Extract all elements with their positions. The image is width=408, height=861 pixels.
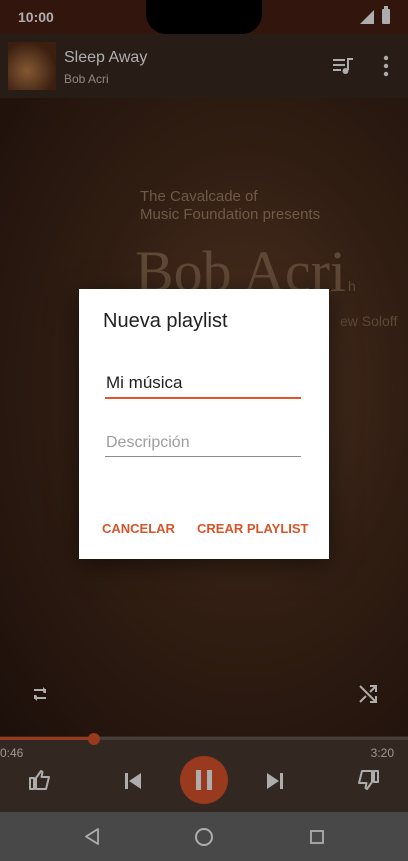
playlist-name-field[interactable]: Mi música xyxy=(105,373,301,399)
dialog-title: Nueva playlist xyxy=(103,310,228,332)
new-playlist-dialog: Nueva playlist Mi música Descripción CAN… xyxy=(79,289,329,559)
playlist-name-value[interactable]: Mi música xyxy=(106,373,183,393)
description-field-underline xyxy=(105,456,301,457)
playlist-description-field[interactable]: Descripción xyxy=(105,434,301,458)
create-playlist-button[interactable]: CREAR PLAYLIST xyxy=(197,521,308,536)
cancel-button[interactable]: CANCELAR xyxy=(102,521,175,536)
description-placeholder[interactable]: Descripción xyxy=(106,434,190,452)
name-field-underline xyxy=(105,397,301,399)
